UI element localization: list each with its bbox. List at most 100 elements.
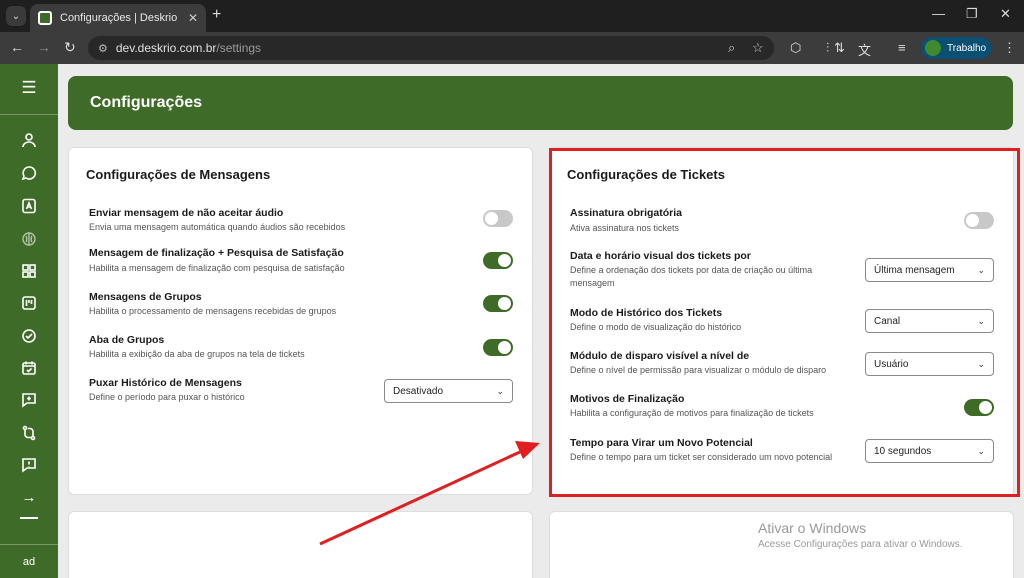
- menu-icon[interactable]: ☰: [19, 78, 39, 98]
- toggle-knob: [498, 341, 511, 354]
- profile-button[interactable]: Trabalho: [921, 37, 991, 59]
- setting-description: Habilita a configuração de motivos para …: [570, 408, 814, 418]
- tickets-settings-card: Configurações de Tickets Assinatura obri…: [549, 147, 1014, 497]
- chevron-down-icon: ⌄: [496, 385, 504, 396]
- setting-description: Envia uma mensagem automática quando áud…: [89, 222, 346, 232]
- brain-icon[interactable]: [19, 229, 39, 249]
- browser-menu-icon[interactable]: ⋮: [1003, 40, 1016, 56]
- restore-icon[interactable]: ❐: [966, 6, 978, 22]
- setting-description: Define o nível de permissão para visuali…: [570, 365, 827, 375]
- tab-title: Configurações | Deskrio: [60, 12, 178, 24]
- setting-description: Define o período para puxar o histórico: [89, 392, 245, 402]
- select-value: Canal: [874, 315, 901, 327]
- setting-description: Define a ordenação dos tickets por data …: [570, 265, 813, 288]
- sidebar-separator: [20, 517, 38, 519]
- tickets-card-title: Configurações de Tickets: [567, 167, 725, 182]
- setting-label: Data e horário visual dos tickets por: [570, 250, 751, 262]
- setting-label: Puxar Histórico de Mensagens: [89, 377, 242, 389]
- setting-label: Módulo de disparo visível a nível de: [570, 350, 750, 362]
- kanban-icon[interactable]: [19, 293, 39, 313]
- signature-required-toggle[interactable]: [964, 212, 994, 229]
- back-icon[interactable]: ←: [10, 39, 24, 55]
- chevron-down-icon: ⌄: [977, 358, 985, 369]
- tab-search-button[interactable]: ⌄: [6, 6, 26, 26]
- messages-settings-card: Configurações de Mensagens Enviar mensag…: [68, 147, 533, 495]
- browser-toolbar: ← → ↻ ⚙ dev.deskrio.com.br/settings ⌕ ☆ …: [0, 32, 1024, 64]
- chevron-down-icon: ⌄: [977, 445, 985, 456]
- sidebar-divider: [0, 114, 58, 115]
- setting-description: Ativa assinatura nos tickets: [570, 223, 680, 233]
- setting-description: Habilita a mensagem de finalização com p…: [89, 263, 345, 273]
- chevron-down-icon: ⌄: [977, 264, 985, 275]
- contact-card-icon[interactable]: [19, 196, 39, 216]
- calendar-check-icon[interactable]: [19, 358, 39, 378]
- user-icon[interactable]: [19, 130, 39, 150]
- message-plus-icon[interactable]: [19, 390, 39, 410]
- setting-label: Mensagem de finalização + Pesquisa de Sa…: [89, 247, 344, 259]
- browser-tab[interactable]: Configurações | Deskrio ✕: [30, 4, 206, 32]
- audio-reject-toggle[interactable]: [483, 210, 513, 227]
- toggle-knob: [485, 212, 498, 225]
- page-title: Configurações: [90, 94, 203, 111]
- select-value: 10 segundos: [874, 445, 932, 457]
- setting-label: Assinatura obrigatória: [570, 207, 683, 219]
- windows-activation-title: Ativar o Windows: [758, 520, 867, 536]
- check-circle-icon[interactable]: [19, 326, 39, 346]
- extensions-icon[interactable]: ⬡: [790, 40, 801, 56]
- minimize-icon[interactable]: —: [932, 6, 945, 21]
- reading-list-icon[interactable]: ≡: [898, 40, 906, 55]
- windows-activation-subtitle: Acesse Configurações para ativar o Windo…: [758, 539, 963, 550]
- reload-icon[interactable]: ↻: [64, 39, 76, 56]
- setting-description: Habilita o processamento de mensagens re…: [89, 306, 337, 316]
- chat-icon[interactable]: [19, 163, 39, 183]
- setting-label: Modo de Histórico dos Tickets: [570, 307, 723, 319]
- close-window-icon[interactable]: ✕: [1000, 6, 1011, 22]
- translate-page-icon[interactable]: 文: [858, 40, 871, 59]
- avatar: [925, 40, 941, 56]
- browser-tabbar: ⌄ Configurações | Deskrio ✕ + — ❐ ✕: [0, 0, 1024, 32]
- arrow-right-icon[interactable]: →: [19, 487, 39, 507]
- setting-label: Enviar mensagem de não aceitar áudio: [89, 207, 284, 219]
- new-potential-time-select[interactable]: 10 segundos ⌄: [865, 439, 994, 463]
- ticket-date-order-select[interactable]: Última mensagem ⌄: [865, 258, 994, 282]
- toggle-knob: [979, 401, 992, 414]
- new-tab-button[interactable]: +: [212, 6, 221, 24]
- ticket-history-mode-select[interactable]: Canal ⌄: [865, 309, 994, 333]
- toggle-knob: [966, 214, 979, 227]
- setting-description: Define o tempo para um ticket ser consid…: [570, 452, 833, 462]
- url-domain: dev.deskrio.com.br: [115, 41, 217, 55]
- chevron-down-icon: ⌄: [977, 315, 985, 326]
- profile-name: Trabalho: [947, 42, 987, 54]
- setting-description: Habilita a exibição da aba de grupos na …: [89, 349, 305, 359]
- history-period-select[interactable]: Desativado ⌄: [384, 379, 513, 403]
- zoom-icon[interactable]: ⌕: [728, 40, 735, 56]
- user-initials[interactable]: ad: [0, 544, 58, 578]
- select-value: Usuário: [874, 358, 909, 370]
- setting-label: Motivos de Finalização: [570, 393, 685, 405]
- url-path: /settings: [216, 41, 262, 55]
- finalization-reasons-toggle[interactable]: [964, 399, 994, 416]
- select-value: Desativado: [393, 385, 444, 397]
- translate-icon[interactable]: ⇅: [834, 40, 845, 56]
- message-alert-icon[interactable]: [19, 455, 39, 475]
- setting-label: Aba de Grupos: [89, 334, 165, 346]
- messages-card-title: Configurações de Mensagens: [86, 167, 271, 182]
- app-sidebar: ☰ → ad: [0, 64, 58, 578]
- tab-close-icon[interactable]: ✕: [188, 11, 198, 25]
- satisfaction-survey-toggle[interactable]: [483, 252, 513, 269]
- grid-icon[interactable]: [19, 261, 39, 281]
- toggle-knob: [498, 297, 511, 310]
- setting-label: Mensagens de Grupos: [89, 291, 202, 303]
- setting-label: Tempo para Virar um Novo Potencial: [570, 437, 753, 449]
- route-icon[interactable]: [19, 423, 39, 443]
- forward-icon[interactable]: →: [37, 39, 51, 55]
- dispatch-module-level-select[interactable]: Usuário ⌄: [865, 352, 994, 376]
- bookmark-star-icon[interactable]: ☆: [752, 40, 764, 56]
- address-bar[interactable]: ⚙ dev.deskrio.com.br/settings ⌕ ☆: [88, 36, 774, 60]
- toggle-knob: [498, 254, 511, 267]
- site-info-icon[interactable]: ⚙: [98, 42, 108, 55]
- separator-icon: ⫶: [826, 40, 830, 55]
- group-messages-toggle[interactable]: [483, 295, 513, 312]
- deskrio-favicon-icon: [38, 11, 52, 25]
- groups-tab-toggle[interactable]: [483, 339, 513, 356]
